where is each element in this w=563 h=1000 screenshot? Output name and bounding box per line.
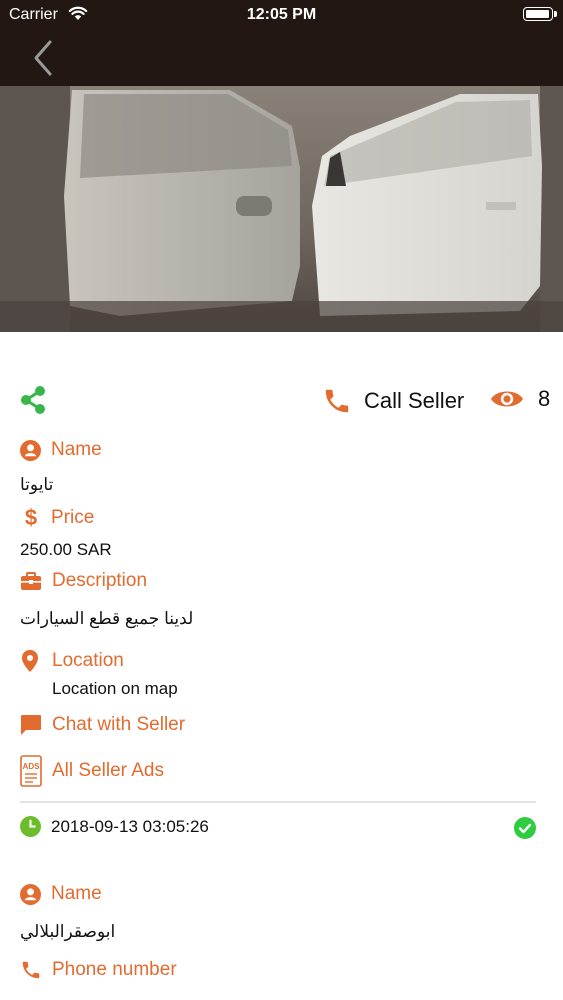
description-label: Description (52, 570, 148, 591)
phone-icon (22, 961, 40, 979)
price-label: Price (51, 507, 95, 528)
seller-name-label: Name (51, 883, 102, 904)
chevron-left-icon (34, 40, 52, 76)
user-icon (20, 439, 41, 461)
briefcase-icon (21, 571, 41, 590)
all-seller-ads-button[interactable]: ADS All Seller Ads (20, 755, 164, 787)
clock-icon (20, 816, 41, 837)
chat-with-seller-button[interactable]: Chat with Seller (20, 714, 185, 736)
name-value: تايوتا (20, 475, 54, 494)
location-label-row: Location (20, 649, 124, 673)
views-counter: 8 (490, 386, 550, 412)
listing-photo[interactable] (0, 86, 563, 332)
ads-icon: ADS (20, 755, 42, 787)
section-divider (20, 801, 536, 803)
description-value: لدينا جميع قطع السيارات (20, 609, 194, 628)
status-bar: Carrier 12:05 PM (0, 0, 563, 30)
phone-icon (325, 389, 349, 413)
map-pin-icon (22, 650, 38, 672)
dollar-icon: $ (24, 505, 38, 530)
name-label: Name (51, 439, 102, 460)
chat-icon (21, 715, 41, 735)
location-label: Location (52, 650, 124, 671)
svg-text:ADS: ADS (23, 762, 41, 771)
user-icon (20, 883, 41, 905)
name-label-row: Name (20, 439, 102, 461)
share-icon (21, 386, 45, 414)
phone-number-label: Phone number (52, 959, 177, 980)
back-button[interactable] (28, 38, 62, 78)
clock-time: 12:05 PM (246, 6, 317, 23)
posted-date: 2018-09-13 03:05:26 (51, 816, 209, 836)
seller-name-label-row: Name (20, 883, 102, 905)
location-map-link[interactable]: Location on map (52, 679, 178, 699)
share-button[interactable] (18, 385, 48, 415)
description-label-row: Description (20, 570, 147, 592)
call-seller-button[interactable]: Call Seller (322, 386, 464, 416)
phone-number-row[interactable]: Phone number (20, 959, 177, 981)
battery-icon (523, 7, 557, 21)
call-seller-label: Call Seller (364, 388, 465, 413)
verified-check-icon (514, 817, 536, 844)
views-count: 8 (538, 386, 551, 411)
price-value: 250.00 SAR (20, 540, 112, 559)
price-label-row: $ Price (20, 505, 94, 531)
eye-icon (491, 391, 523, 407)
posted-date-row: 2018-09-13 03:05:26 (20, 816, 209, 837)
seller-name-value: ابوصقرالبلالي (20, 922, 116, 941)
chat-with-seller-label: Chat with Seller (52, 714, 186, 735)
top-bar: Carrier 12:05 PM (0, 0, 563, 86)
all-seller-ads-label: All Seller Ads (52, 760, 164, 781)
